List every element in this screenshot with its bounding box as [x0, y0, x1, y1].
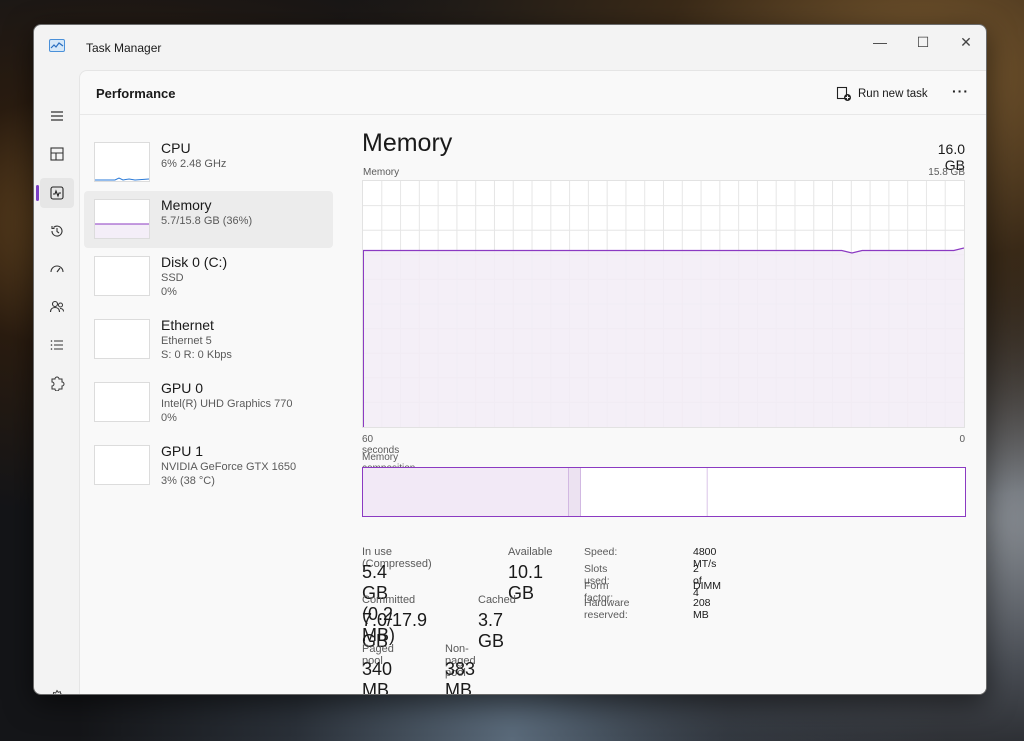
- services-icon[interactable]: [40, 368, 74, 398]
- device-usage: S: 0 R: 0 Kbps: [161, 349, 232, 361]
- hw-reserved-key: Hardware reserved:: [584, 597, 630, 621]
- processes-icon[interactable]: [40, 139, 74, 169]
- window-title: Task Manager: [86, 41, 162, 55]
- memory-usage-graph: [362, 180, 965, 428]
- run-new-task-icon: [836, 86, 851, 101]
- device-name: CPU: [161, 140, 191, 156]
- app-history-icon[interactable]: [40, 216, 74, 246]
- close-button[interactable]: ✕: [944, 29, 986, 55]
- cached-value: 3.7 GB: [478, 610, 505, 651]
- gpu1-thumbnail-graph: [94, 445, 150, 485]
- composition-modified: [568, 468, 581, 516]
- cached-label: Cached: [478, 594, 516, 606]
- performance-icon[interactable]: [40, 178, 74, 208]
- startup-apps-icon[interactable]: [40, 254, 74, 284]
- composition-standby: [580, 468, 708, 516]
- device-item-ethernet[interactable]: Ethernet Ethernet 5 S: 0 R: 0 Kbps: [84, 311, 333, 368]
- device-item-memory[interactable]: Memory 5.7/15.8 GB (36%): [84, 191, 333, 248]
- main-content: Performance Run new task ··· CPU 6% 2.48…: [79, 70, 986, 695]
- device-detail: 6% 2.48 GHz: [161, 158, 227, 170]
- device-usage: 3% (38 °C): [161, 475, 215, 487]
- device-usage: 0%: [161, 286, 177, 298]
- memory-composition-bar: [362, 467, 966, 517]
- gpu0-thumbnail-graph: [94, 382, 150, 422]
- committed-label: Committed: [362, 594, 416, 606]
- task-manager-app-icon: [49, 39, 65, 52]
- paged-pool-value: 340 MB: [362, 659, 393, 695]
- users-icon[interactable]: [40, 292, 74, 322]
- composition-in-use: [363, 468, 569, 516]
- menu-icon[interactable]: [40, 101, 74, 131]
- active-nav-indicator: [36, 185, 39, 201]
- axis-right-label: 0: [959, 434, 965, 445]
- detail-title: Memory: [362, 129, 453, 157]
- usage-max: 15.8 GB: [928, 167, 965, 178]
- device-item-cpu[interactable]: CPU 6% 2.48 GHz: [84, 134, 333, 191]
- device-detail: SSD: [161, 272, 184, 284]
- device-item-disk[interactable]: Disk 0 (C:) SSD 0%: [84, 248, 333, 305]
- memory-usage-area: [363, 247, 964, 427]
- device-item-gpu0[interactable]: GPU 0 Intel(R) UHD Graphics 770 0%: [84, 374, 333, 431]
- device-detail: NVIDIA GeForce GTX 1650: [161, 461, 297, 473]
- page-title: Performance: [96, 86, 176, 101]
- available-label: Available: [508, 546, 553, 558]
- form-factor-value: DIMM: [693, 580, 721, 592]
- device-name: Ethernet: [161, 317, 214, 333]
- cpu-thumbnail-graph: [94, 142, 150, 182]
- page-header: Performance Run new task ···: [80, 71, 986, 115]
- speed-key: Speed:: [584, 546, 618, 558]
- run-new-task-button[interactable]: Run new task: [836, 84, 928, 104]
- details-icon[interactable]: [40, 330, 74, 360]
- more-options-button[interactable]: ···: [952, 83, 969, 99]
- title-bar[interactable]: Task Manager — ☐ ✕: [34, 25, 986, 69]
- device-name: Memory: [161, 197, 212, 213]
- memory-thumbnail-graph: [94, 199, 150, 239]
- device-name: GPU 1: [161, 443, 204, 459]
- device-usage: 0%: [161, 412, 177, 424]
- task-manager-window: Task Manager — ☐ ✕ Performance Run new t…: [33, 24, 987, 695]
- ethernet-thumbnail-graph: [94, 319, 150, 359]
- disk-thumbnail-graph: [94, 256, 150, 296]
- device-item-gpu1[interactable]: GPU 1 NVIDIA GeForce GTX 1650 3% (38 °C): [84, 437, 333, 494]
- composition-free: [707, 468, 965, 516]
- device-name: Disk 0 (C:): [161, 254, 228, 270]
- run-new-task-label: Run new task: [858, 88, 928, 100]
- memory-usage-chart: [363, 181, 965, 427]
- maximize-button[interactable]: ☐: [901, 29, 945, 55]
- minimize-button[interactable]: —: [858, 29, 902, 55]
- device-detail: 5.7/15.8 GB (36%): [161, 215, 253, 227]
- nonpaged-pool-value: 383 MB: [445, 659, 476, 695]
- device-detail: Intel(R) UHD Graphics 770: [161, 398, 293, 410]
- device-detail: Ethernet 5: [161, 335, 212, 347]
- device-name: GPU 0: [161, 380, 204, 396]
- settings-icon[interactable]: [40, 682, 74, 694]
- hw-reserved-value: 208 MB: [693, 597, 711, 621]
- navigation-rail: [34, 69, 79, 694]
